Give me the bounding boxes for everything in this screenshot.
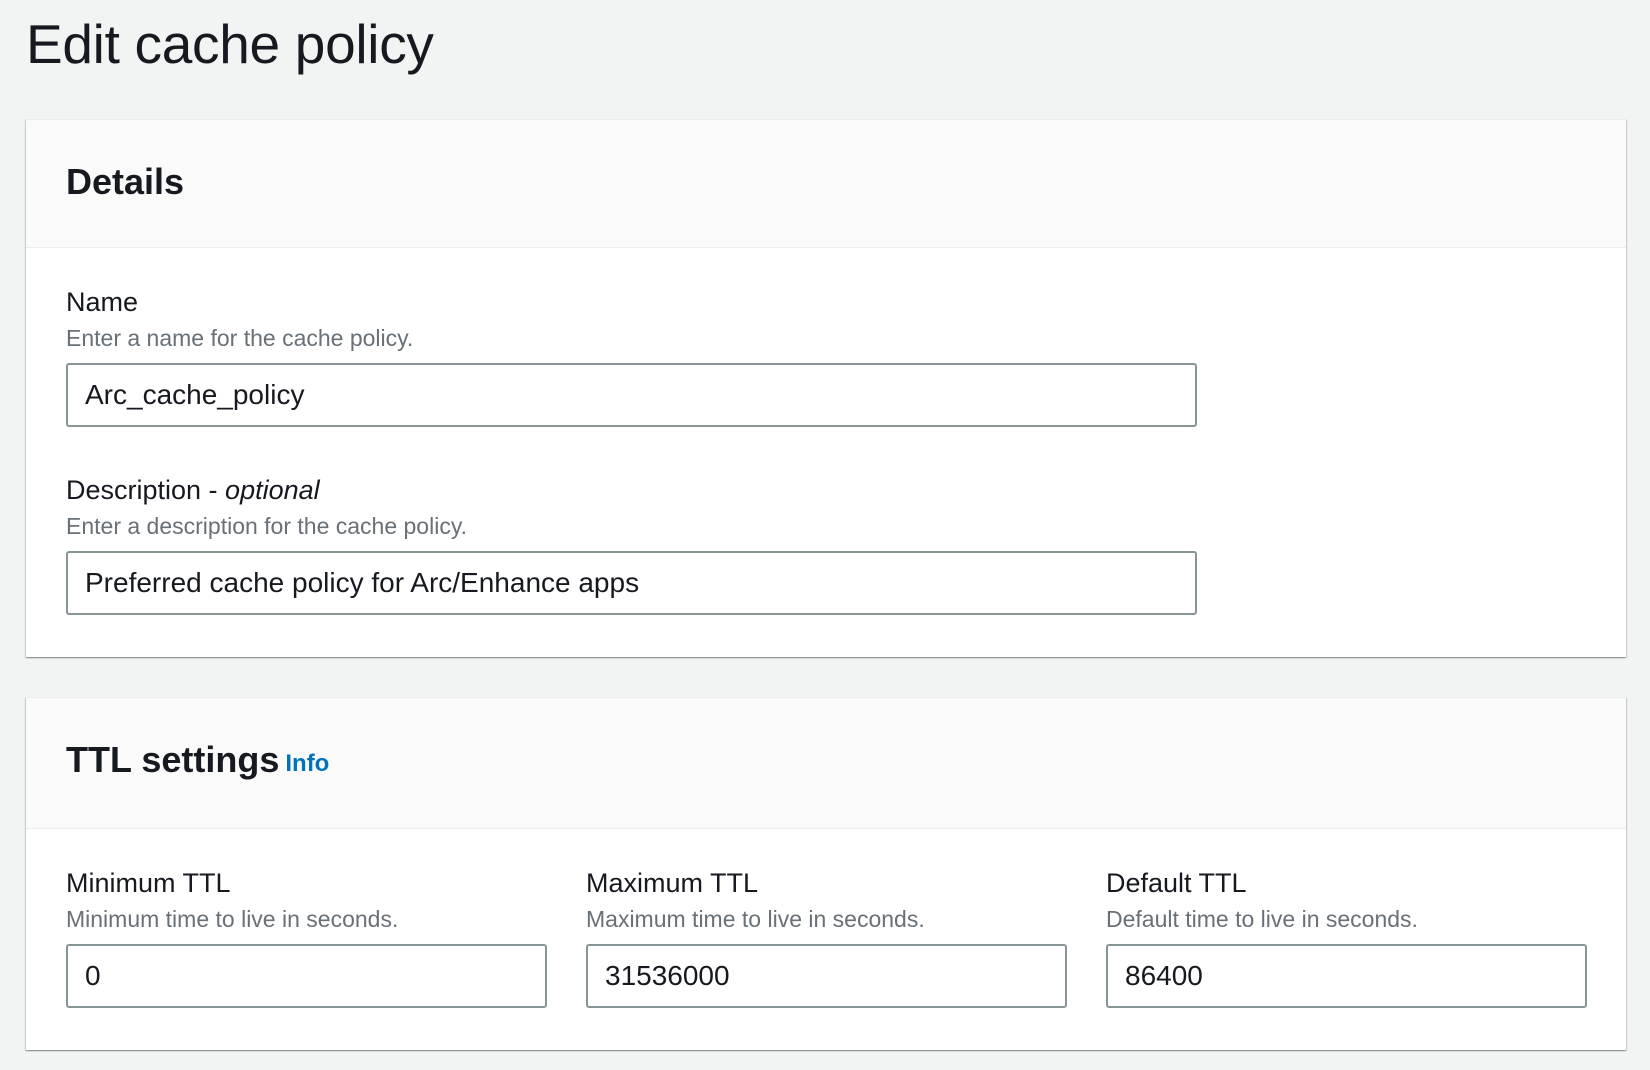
minimum-ttl-hint: Minimum time to live in seconds. [66, 906, 399, 932]
ttl-heading: TTL settings Info [66, 738, 329, 786]
maximum-ttl-input[interactable] [586, 944, 1067, 1008]
name-field-group: Name Enter a name for the cache policy. [66, 285, 1197, 427]
description-label: Description - optional [66, 473, 1197, 507]
description-input[interactable] [66, 551, 1197, 615]
details-panel-header: Details [26, 120, 1626, 248]
minimum-ttl-input[interactable] [66, 944, 547, 1008]
maximum-ttl-hint: Maximum time to live in seconds. [586, 906, 925, 932]
description-optional-tag: optional [225, 475, 320, 505]
name-hint: Enter a name for the cache policy. [66, 325, 414, 351]
default-ttl-input[interactable] [1106, 944, 1587, 1008]
description-hint: Enter a description for the cache policy… [66, 513, 468, 539]
ttl-info-link[interactable]: Info [285, 750, 329, 777]
name-input[interactable] [66, 363, 1197, 427]
default-ttl-label: Default TTL [1106, 868, 1247, 898]
minimum-ttl-label: Minimum TTL [66, 868, 231, 898]
page-title: Edit cache policy [26, 13, 434, 75]
ttl-panel-header: TTL settings Info [26, 698, 1626, 829]
maximum-ttl-field-group: Maximum TTL Maximum time to live in seco… [586, 866, 1067, 1008]
default-ttl-field-group: Default TTL Default time to live in seco… [1106, 866, 1587, 1008]
details-heading: Details [66, 161, 185, 202]
details-panel: Details Name Enter a name for the cache … [26, 119, 1626, 657]
ttl-settings-panel: TTL settings Info Minimum TTL Minimum tim… [26, 697, 1626, 1050]
description-label-text: Description - [66, 475, 226, 505]
default-ttl-hint: Default time to live in seconds. [1106, 906, 1418, 932]
ttl-heading-text: TTL settings [66, 739, 280, 780]
description-field-group: Description - optional Enter a descripti… [66, 473, 1197, 615]
minimum-ttl-field-group: Minimum TTL Minimum time to live in seco… [66, 866, 547, 1008]
maximum-ttl-label: Maximum TTL [586, 868, 759, 898]
name-label: Name [66, 287, 139, 317]
